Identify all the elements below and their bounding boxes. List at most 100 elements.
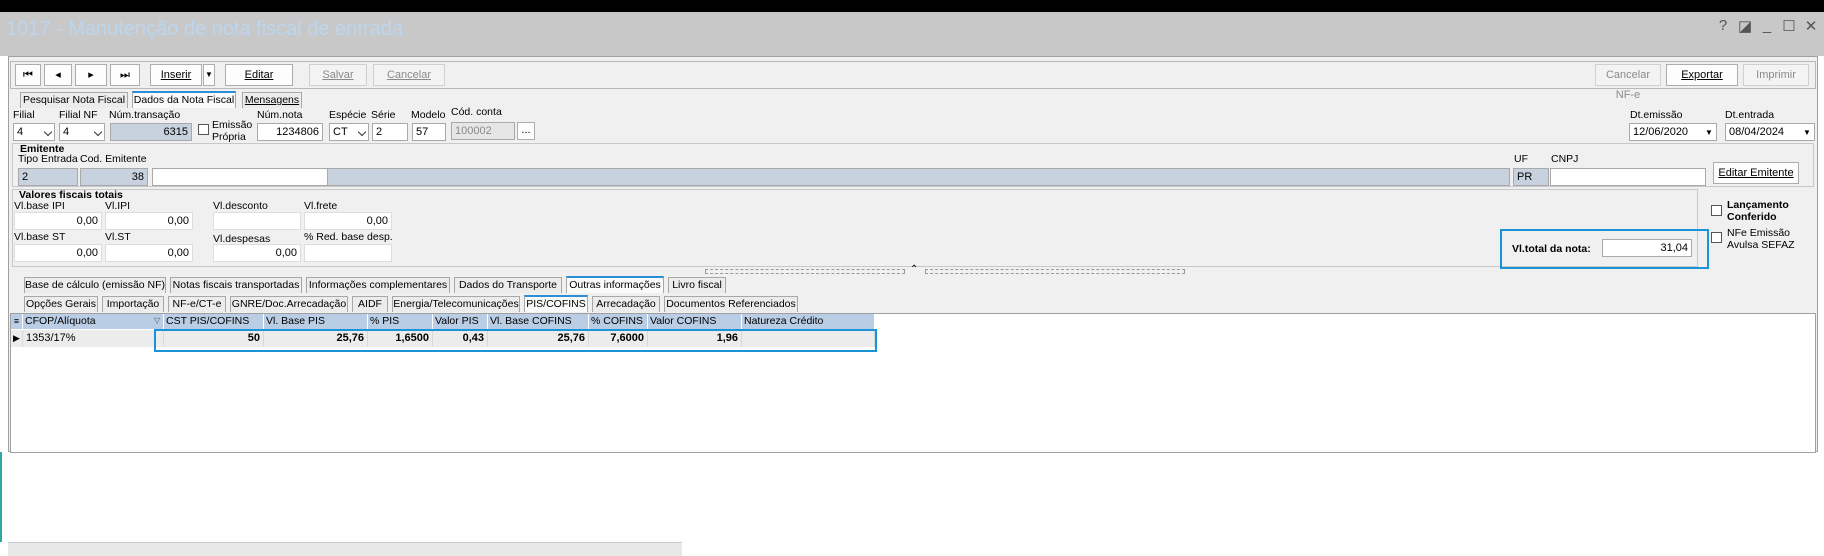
tab-documentos-referenciados[interactable]: Documentos Referenciados [664, 296, 798, 312]
collapse-up-icon[interactable]: ⌃ [910, 264, 918, 275]
col-pct-pis[interactable]: % PIS [368, 314, 433, 329]
base-st-field[interactable]: 0,00 [14, 244, 102, 262]
num-nota-label: Núm.nota [257, 109, 303, 121]
tab-notas-transportadas[interactable]: Notas fiscais transportadas [170, 277, 302, 293]
col-cst[interactable]: CST PIS/COFINS [164, 314, 264, 329]
num-transacao-label: Núm.transação [109, 109, 181, 121]
restore-panel-icon[interactable]: ◪ [1738, 17, 1752, 35]
base-ipi-label: Vl.base IPI [14, 200, 65, 212]
col-valor-cofins[interactable]: Valor COFINS [648, 314, 742, 329]
left-accent-line [0, 452, 2, 542]
grid-menu-icon[interactable]: ≡ [11, 314, 23, 329]
serie-label: Série [371, 109, 396, 121]
cell-cfop: 1353/17% [23, 330, 164, 347]
serie-field[interactable]: 2 [372, 123, 408, 141]
maximize-icon[interactable]: ☐ [1782, 17, 1796, 35]
base-ipi-field[interactable]: 0,00 [14, 212, 102, 230]
save-label: Salvar [322, 69, 354, 81]
filial-select[interactable]: 4 [13, 123, 55, 141]
splitter-left[interactable] [705, 269, 905, 274]
dt-emissao-field[interactable]: 12/06/2020 [1629, 123, 1717, 141]
frete-field[interactable]: 0,00 [304, 212, 392, 230]
emitente-name-field [152, 168, 328, 186]
insert-dropdown-button[interactable]: ▼ [203, 64, 215, 86]
tab-dados-nota-fiscal[interactable]: Dados da Nota Fiscal [132, 91, 236, 108]
tab-arrecadacao[interactable]: Arrecadação [592, 296, 660, 312]
tab-pesquisar-nota-fiscal[interactable]: Pesquisar Nota Fiscal [20, 92, 128, 108]
splitter-right[interactable] [925, 269, 1185, 274]
cod-conta-lookup-button[interactable]: ... [517, 122, 535, 140]
edit-emitente-label: Editar Emitente [1718, 167, 1794, 179]
cnpj-label: CNPJ [1551, 153, 1579, 165]
tab-opcoes-gerais[interactable]: Opções Gerais [24, 296, 98, 312]
num-nota-field[interactable]: 1234806 [257, 123, 323, 141]
ipi-field[interactable]: 0,00 [105, 212, 193, 230]
base-st-label: Vl.base ST [14, 231, 66, 243]
emissao-propria-label-2: Própria [212, 131, 246, 143]
red-base-label: % Red. base desp. [304, 231, 393, 243]
cancel-label: Cancelar [386, 69, 432, 81]
tab-importacao[interactable]: Importação [102, 296, 164, 312]
tab-aidf[interactable]: AIDF [352, 296, 388, 312]
tab-pis-cofins[interactable]: PIS/COFINS [524, 295, 588, 312]
dt-emissao-label: Dt.emissão [1630, 109, 1683, 121]
col-base-cofins[interactable]: Vl. Base COFINS [488, 314, 589, 329]
red-base-field[interactable] [304, 244, 392, 262]
dt-entrada-dropdown-icon[interactable]: ▼ [1803, 128, 1811, 137]
despesas-field[interactable]: 0,00 [213, 244, 301, 262]
bottom-status-strip [8, 542, 682, 556]
col-cfop[interactable]: CFOP/Alíquota [23, 314, 164, 329]
edit-button[interactable]: Editar [225, 64, 293, 86]
st-field[interactable]: 0,00 [105, 244, 193, 262]
lancamento-conferido-checkbox[interactable] [1711, 205, 1722, 216]
next-record-button[interactable]: ▸ [75, 64, 107, 86]
minimize-icon[interactable]: _ [1760, 17, 1774, 35]
last-record-button[interactable]: ⏭ [110, 64, 140, 86]
tab-nfe-cte[interactable]: NF-e/CT-e [168, 296, 226, 312]
cod-emitente-label: Cod. Emitente [80, 153, 147, 165]
close-icon[interactable]: ✕ [1804, 17, 1818, 35]
emissao-propria-checkbox[interactable] [198, 124, 209, 135]
tab-outras-informacoes[interactable]: Outras informações [566, 276, 664, 293]
cod-conta-field: 100002 [451, 122, 515, 140]
tab-mensagens[interactable]: Mensagens [242, 92, 302, 108]
help-icon[interactable]: ? [1716, 17, 1730, 35]
total-highlight-box [1500, 229, 1709, 269]
export-button[interactable]: Exportar [1666, 64, 1738, 86]
title-bar: 1017 - Manutenção de nota fiscal de entr… [0, 12, 1824, 56]
pis-cofins-grid: ≡ CFOP/Alíquota ▽ CST PIS/COFINS Vl. Bas… [10, 313, 1816, 453]
filial-nf-select[interactable]: 4 [59, 123, 105, 141]
tipo-entrada-label: Tipo Entrada [18, 153, 78, 165]
cod-emitente-field: 38 [80, 168, 148, 186]
especie-select[interactable]: CT [329, 123, 369, 141]
modelo-field[interactable]: 57 [412, 123, 446, 141]
tab-dados-transporte[interactable]: Dados do Transporte [454, 277, 562, 293]
filial-label: Filial [13, 109, 35, 121]
first-record-button[interactable]: ⏮ [15, 64, 41, 86]
tab-livro-fiscal[interactable]: Livro fiscal [668, 277, 726, 293]
tab-gnre[interactable]: GNRE/Doc.Arrecadação [230, 296, 348, 312]
cancel-nfe-button[interactable]: Cancelar NF-e [1595, 64, 1661, 101]
prev-record-button[interactable]: ◂ [44, 64, 72, 86]
tab-base-calculo[interactable]: Base de cálculo (emissão NF) [24, 277, 166, 293]
col-pct-cofins[interactable]: % COFINS [589, 314, 648, 329]
col-natureza-credito[interactable]: Natureza Crédito [742, 314, 875, 329]
desconto-field[interactable] [213, 212, 301, 230]
save-button[interactable]: Salvar [309, 64, 367, 86]
tab-informacoes-complementares[interactable]: Informações complementares [306, 277, 450, 293]
tab-energia-telecom[interactable]: Energia/Telecomunicações [392, 296, 520, 312]
edit-emitente-button[interactable]: Editar Emitente [1713, 162, 1799, 184]
insert-button[interactable]: Inserir [150, 64, 202, 86]
tipo-entrada-field: 2 [18, 168, 78, 186]
dt-entrada-field[interactable]: 08/04/2024 [1725, 123, 1815, 141]
col-base-pis[interactable]: Vl. Base PIS [264, 314, 368, 329]
frete-label: Vl.frete [304, 200, 338, 212]
nfe-avulsa-checkbox[interactable] [1711, 232, 1722, 243]
col-valor-pis[interactable]: Valor PIS [433, 314, 488, 329]
print-button[interactable]: Imprimir [1743, 64, 1809, 86]
row-selector-icon: ▶ [11, 330, 23, 347]
cancel-button[interactable]: Cancelar [373, 64, 445, 86]
dt-emissao-dropdown-icon[interactable]: ▼ [1705, 128, 1713, 137]
emissao-propria-label-1: Emissão [212, 119, 253, 131]
filter-icon[interactable]: ▽ [154, 314, 164, 329]
